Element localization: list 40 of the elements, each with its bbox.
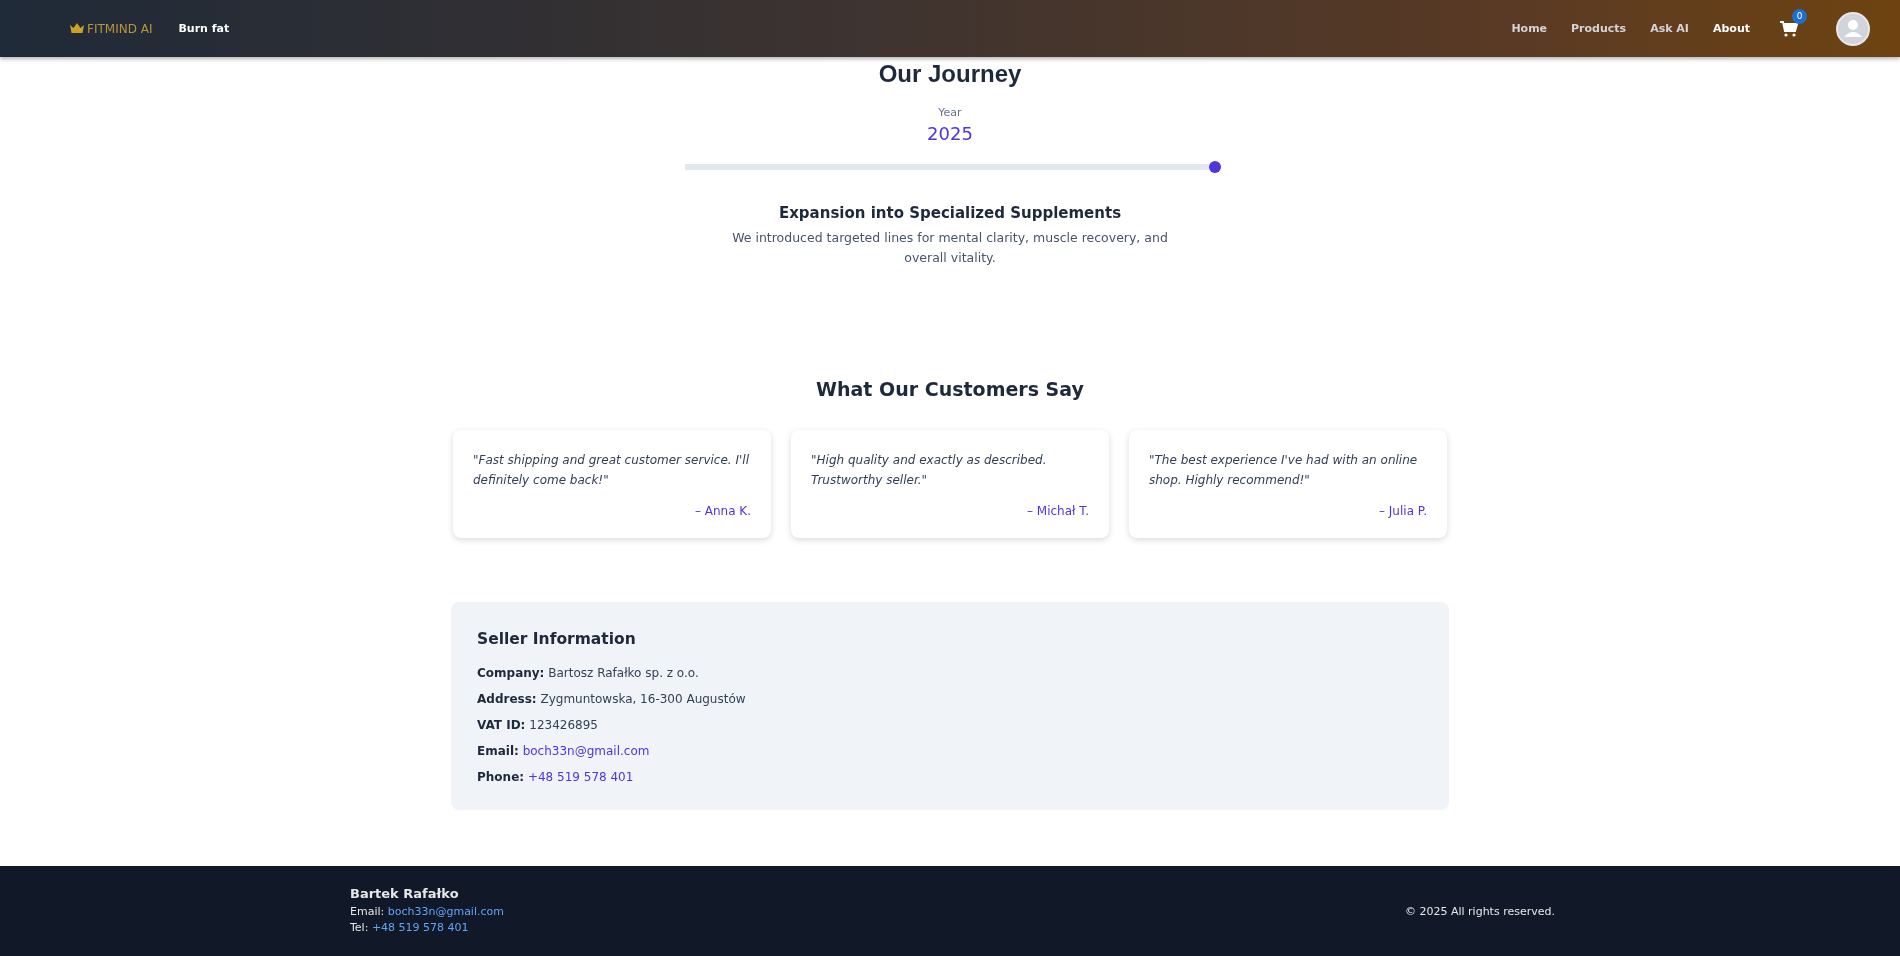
info-value: 123426895 <box>529 717 598 732</box>
info-label: VAT ID: <box>477 717 526 732</box>
testimonial-author: – Anna K. <box>694 503 751 518</box>
year-value: 2025 <box>927 123 973 144</box>
nav-link[interactable]: About <box>1712 22 1750 35</box>
user-avatar-icon[interactable] <box>1836 11 1870 46</box>
info-value: Zygmuntowska, 16-300 Augustów <box>540 691 746 706</box>
info-label: Address: <box>477 691 537 706</box>
info-label: Company: <box>477 665 545 680</box>
testimonial-quote: "High quality and exactly as described. Trustworthy seller." <box>811 451 1048 489</box>
info-link[interactable]: boch33n@gmail.com <box>522 743 650 758</box>
year-label: Year <box>938 106 962 119</box>
crown-icon <box>70 23 84 34</box>
testimonial-author: – Julia P. <box>1379 503 1427 518</box>
tagline: Burn fat <box>178 22 230 35</box>
footer-phone-link[interactable]: +48 519 578 401 <box>371 921 469 934</box>
testimonial-quote: "The best experience I've had with an online shop. Highly recommend!" <box>1149 451 1419 489</box>
cart-count-badge: 0 <box>1792 8 1807 24</box>
nav-link[interactable]: Home <box>1511 22 1548 35</box>
footer-name: Bartek Rafałko <box>350 886 460 902</box>
nav-link[interactable]: Products <box>1571 22 1627 35</box>
slider-thumb[interactable] <box>1209 161 1221 173</box>
logo-text[interactable]: FITMIND AI <box>87 21 153 36</box>
testimonial-quote: "Fast shipping and great customer service. I'll definitely come back!" <box>473 451 750 489</box>
testimonial-author: – Michał T. <box>1027 503 1089 518</box>
footer-email-link[interactable]: boch33n@gmail.com <box>387 905 504 918</box>
section-heading: What Our Customers Say <box>816 377 1084 400</box>
footer-label: Tel: <box>350 921 369 934</box>
nav-link[interactable]: Ask AI <box>1650 22 1689 35</box>
cart-icon[interactable] <box>1780 20 1798 37</box>
footer-label: Email: <box>350 905 385 918</box>
info-link[interactable]: +48 519 578 401 <box>527 769 634 784</box>
milestone-description: We introduced targeted lines for mental clarity, muscle recovery, and overall vitality. <box>731 229 1169 267</box>
panel-title: Seller Information <box>477 629 637 648</box>
copyright-text: © 2025 All rights reserved. <box>1404 904 1555 918</box>
section-heading: Our Journey <box>878 60 1022 88</box>
info-label: Phone: <box>477 769 525 784</box>
info-value: Bartosz Rafałko sp. z o.o. <box>548 665 699 680</box>
info-label: Email: <box>477 743 519 758</box>
milestone-title: Expansion into Specialized Supplements <box>778 204 1122 222</box>
